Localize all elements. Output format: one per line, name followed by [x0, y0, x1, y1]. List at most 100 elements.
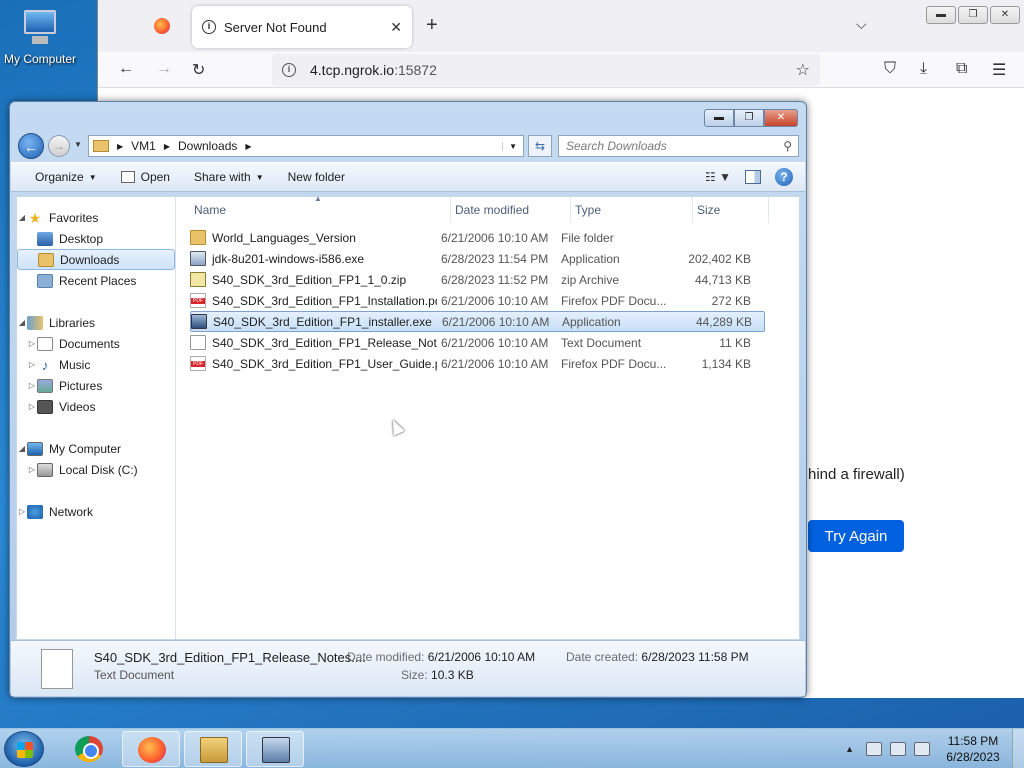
- nav-my-computer[interactable]: ◢ My Computer: [17, 438, 175, 459]
- bookmark-star-icon[interactable]: ☆: [796, 60, 810, 80]
- column-date-modified[interactable]: Date modified: [451, 197, 571, 223]
- extensions-icon[interactable]: ⧉: [956, 60, 967, 78]
- expand-arrow-icon[interactable]: ▷: [27, 360, 37, 369]
- file-row-selected[interactable]: S40_SDK_3rd_Edition_FP1_installer.exe 6/…: [190, 311, 765, 332]
- list-tabs-icon[interactable]: ⌵: [856, 16, 867, 33]
- file-row[interactable]: S40_SDK_3rd_Edition_FP1_Installation.pdf…: [190, 290, 765, 311]
- chevron-right-icon[interactable]: ▶: [117, 142, 123, 151]
- start-button[interactable]: [4, 731, 44, 767]
- file-row[interactable]: S40_SDK_3rd_Edition_FP1_Release_Notes...…: [190, 332, 765, 353]
- close-button[interactable]: ✕: [764, 109, 798, 127]
- taskbar-chrome[interactable]: [60, 731, 118, 767]
- file-row[interactable]: World_Languages_Version 6/21/2006 10:10 …: [190, 227, 765, 248]
- file-row[interactable]: S40_SDK_3rd_Edition_FP1_User_Guide.pdf 6…: [190, 353, 765, 374]
- size-value: 10.3 KB: [431, 668, 474, 682]
- nav-videos[interactable]: ▷ Videos: [17, 396, 175, 417]
- file-list: ▲ Name Date modified Type Size World_Lan…: [176, 195, 799, 639]
- command-bar: Organize ▼ Open Share with ▼ New folder ☷ …: [11, 162, 805, 192]
- preview-pane-button[interactable]: [745, 170, 761, 184]
- nav-libraries[interactable]: ◢ Libraries: [17, 312, 175, 333]
- recent-places-icon: [37, 273, 53, 288]
- expand-arrow-icon[interactable]: ▷: [17, 507, 27, 516]
- desktop-icon-my-computer[interactable]: My Computer: [2, 8, 78, 66]
- file-size: 202,402 KB: [688, 251, 751, 266]
- search-input[interactable]: Search Downloads ⚲: [558, 135, 799, 157]
- breadcrumb-vm1[interactable]: VM1: [131, 139, 156, 153]
- file-row[interactable]: jdk-8u201-windows-i586.exe 6/28/2023 11:…: [190, 248, 765, 269]
- file-size: 44,289 KB: [695, 314, 752, 329]
- tab-server-not-found[interactable]: i Server Not Found ✕: [192, 6, 412, 48]
- forward-button[interactable]: →: [48, 135, 70, 157]
- taskbar-firefox[interactable]: [122, 731, 180, 767]
- nav-pictures[interactable]: ▷ Pictures: [17, 375, 175, 396]
- expand-arrow-icon[interactable]: ▷: [27, 465, 37, 474]
- address-dropdown-icon[interactable]: ▼: [502, 141, 523, 151]
- text-file-icon: [41, 649, 73, 689]
- try-again-button[interactable]: Try Again: [808, 520, 904, 552]
- network-tray-icon[interactable]: [890, 742, 906, 756]
- action-center-icon[interactable]: [866, 742, 882, 756]
- minimize-button[interactable]: ▬: [926, 6, 956, 24]
- volume-muted-icon[interactable]: [914, 742, 930, 756]
- back-arrow-icon[interactable]: ←: [118, 60, 134, 78]
- open-button[interactable]: Open: [120, 170, 170, 184]
- chevron-right-icon[interactable]: ▶: [245, 142, 251, 151]
- close-button[interactable]: ✕: [990, 6, 1020, 24]
- organize-button[interactable]: Organize ▼: [35, 170, 97, 184]
- nav-favorites[interactable]: ◢ ★ Favorites: [17, 207, 175, 228]
- show-hidden-icons[interactable]: ▲: [845, 744, 854, 754]
- refresh-button[interactable]: ⇆: [528, 135, 552, 157]
- nav-downloads[interactable]: Downloads: [17, 249, 175, 270]
- change-view-button[interactable]: ☷ ▼: [705, 170, 731, 184]
- close-tab-icon[interactable]: ✕: [390, 19, 402, 36]
- expand-arrow-icon[interactable]: ▷: [27, 339, 37, 348]
- explorer-title-bar[interactable]: ▬ ❐ ✕: [10, 102, 806, 130]
- nav-label: Libraries: [49, 315, 96, 330]
- clock[interactable]: 11:58 PM 6/28/2023: [938, 733, 1008, 765]
- help-button[interactable]: ?: [775, 168, 793, 186]
- restore-button[interactable]: ❐: [958, 6, 988, 24]
- new-tab-icon[interactable]: +: [426, 14, 438, 37]
- expand-arrow-icon[interactable]: ▷: [27, 381, 37, 390]
- minimize-button[interactable]: ▬: [704, 109, 734, 127]
- expand-arrow-icon[interactable]: ▷: [27, 402, 37, 411]
- file-type: Firefox PDF Docu...: [561, 356, 667, 371]
- pocket-icon[interactable]: ⛉: [884, 60, 896, 78]
- share-with-button[interactable]: Share with ▼: [194, 170, 264, 184]
- nav-music[interactable]: ▷ ♪ Music: [17, 354, 175, 375]
- new-folder-button[interactable]: New folder: [288, 170, 345, 184]
- search-placeholder: Search Downloads: [566, 139, 667, 153]
- nav-local-disk[interactable]: ▷ Local Disk (C:): [17, 459, 175, 480]
- details-size: Size: 10.3 KB: [401, 668, 474, 682]
- column-type[interactable]: Type: [571, 197, 693, 223]
- reload-icon[interactable]: ↻: [192, 60, 205, 80]
- nav-network[interactable]: ▷ Network: [17, 501, 175, 522]
- history-dropdown-icon[interactable]: ▼: [74, 140, 82, 149]
- breadcrumb-downloads[interactable]: Downloads: [178, 139, 237, 153]
- expand-arrow-icon[interactable]: ◢: [17, 318, 27, 327]
- taskbar-vm[interactable]: [246, 731, 304, 767]
- file-row[interactable]: S40_SDK_3rd_Edition_FP1_1_0.zip 6/28/202…: [190, 269, 765, 290]
- chevron-right-icon[interactable]: ▶: [164, 142, 170, 151]
- address-row: ← → ▼ ▶ VM1 ▶ Downloads ▶ ▼ ⇆ Search Dow…: [10, 130, 806, 162]
- url-bar[interactable]: i 4.tcp.ngrok.io:15872 ☆: [272, 54, 820, 86]
- downloads-icon[interactable]: ⤓: [920, 60, 927, 78]
- file-type: Text Document: [561, 335, 642, 350]
- maximize-button[interactable]: ❐: [734, 109, 764, 127]
- expand-arrow-icon[interactable]: ◢: [17, 213, 27, 222]
- menu-icon[interactable]: ☰: [992, 60, 1006, 80]
- nav-recent-places[interactable]: Recent Places: [17, 270, 175, 291]
- file-type: Firefox PDF Docu...: [561, 293, 667, 308]
- address-bar[interactable]: ▶ VM1 ▶ Downloads ▶ ▼: [88, 135, 524, 157]
- back-button[interactable]: ←: [18, 133, 44, 159]
- show-desktop-button[interactable]: [1012, 729, 1024, 768]
- site-info-icon[interactable]: i: [282, 63, 296, 77]
- firefox-icon[interactable]: [154, 18, 170, 34]
- expand-arrow-icon[interactable]: ◢: [17, 444, 27, 453]
- nav-documents[interactable]: ▷ Documents: [17, 333, 175, 354]
- search-icon[interactable]: ⚲: [783, 139, 792, 153]
- forward-arrow-icon[interactable]: →: [156, 60, 172, 78]
- column-size[interactable]: Size: [693, 197, 769, 223]
- nav-desktop[interactable]: Desktop: [17, 228, 175, 249]
- taskbar-explorer[interactable]: [184, 731, 242, 767]
